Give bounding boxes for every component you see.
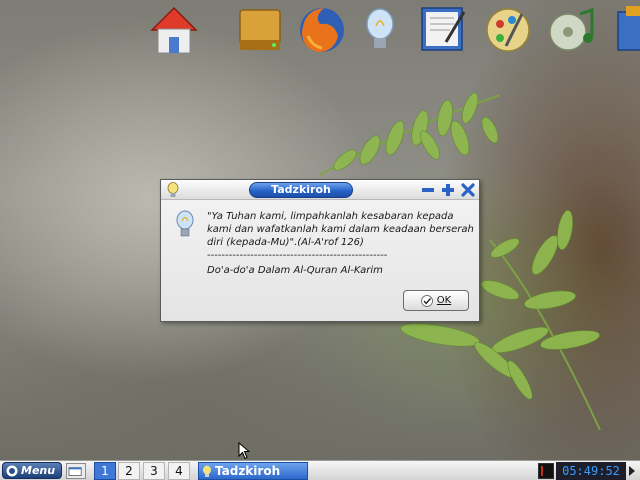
text-editor-icon[interactable] bbox=[416, 2, 472, 58]
menu-label: Menu bbox=[21, 464, 56, 477]
distro-logo-icon bbox=[6, 465, 18, 476]
minimize-icon[interactable] bbox=[421, 183, 435, 197]
show-desktop-icon[interactable] bbox=[66, 463, 86, 479]
ok-button[interactable]: OK bbox=[403, 290, 469, 311]
clock[interactable]: 05:49:52 bbox=[556, 462, 626, 480]
workspace-2[interactable]: 2 bbox=[118, 462, 140, 480]
dialog-titlebar[interactable]: Tadzkiroh bbox=[161, 180, 479, 200]
drive-icon[interactable] bbox=[232, 2, 288, 58]
quote-source: Do'a-do'a Dalam Al-Quran Al-Karim bbox=[207, 265, 383, 276]
firefox-icon[interactable] bbox=[294, 2, 350, 58]
maximize-icon[interactable] bbox=[441, 183, 455, 197]
task-label: Tadzkiroh bbox=[215, 464, 281, 478]
quote-text: "Ya Tuhan kami, limpahkanlah kesabaran k… bbox=[207, 211, 474, 248]
music-icon[interactable] bbox=[544, 2, 600, 58]
tadzkiroh-dialog: Tadzkiroh "Ya Tuhan kami, limpahkanlah k… bbox=[160, 179, 480, 322]
tips-icon[interactable] bbox=[352, 2, 408, 58]
lightbulb-icon bbox=[167, 182, 179, 197]
system-monitor-icon[interactable] bbox=[538, 463, 554, 479]
dialog-title: Tadzkiroh bbox=[249, 182, 353, 198]
menu-button[interactable]: Menu bbox=[2, 462, 62, 479]
home-icon[interactable] bbox=[146, 2, 202, 58]
taskbar: Menu 1 2 3 4 Tadzkiroh 05:49:52 bbox=[0, 460, 640, 480]
workspace-4[interactable]: 4 bbox=[168, 462, 190, 480]
separator-line: ----------------------------------------… bbox=[207, 250, 388, 261]
ok-label: OK bbox=[436, 295, 452, 306]
lightbulb-icon bbox=[176, 210, 194, 237]
graphics-icon[interactable] bbox=[480, 2, 536, 58]
mouse-cursor-icon bbox=[238, 442, 250, 460]
dialog-message: "Ya Tuhan kami, limpahkanlah kesabaran k… bbox=[207, 210, 475, 277]
lightbulb-icon bbox=[203, 465, 211, 477]
workspace-1[interactable]: 1 bbox=[94, 462, 116, 480]
workspace-3[interactable]: 3 bbox=[143, 462, 165, 480]
partial-app-icon[interactable] bbox=[612, 2, 640, 58]
chevron-right-icon[interactable] bbox=[628, 466, 636, 476]
check-icon bbox=[420, 294, 433, 307]
close-icon[interactable] bbox=[461, 183, 475, 197]
task-button-tadzkiroh[interactable]: Tadzkiroh bbox=[198, 462, 308, 480]
